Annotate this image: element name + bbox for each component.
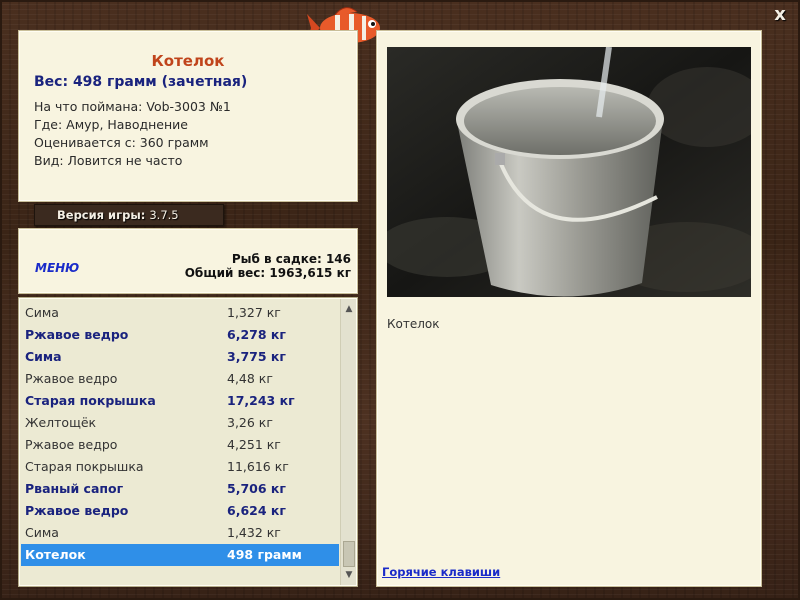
catch-list-item[interactable]: Ржавое ведро 4,48 кг: [21, 368, 339, 390]
cooking-pot-photo: [387, 47, 751, 297]
scroll-thumb[interactable]: [343, 541, 355, 567]
catch-list-item[interactable]: Ржавое ведро 6,278 кг: [21, 324, 339, 346]
catch-weight: Вес: 498 грамм (зачетная): [34, 74, 248, 90]
catch-item-name: Ржавое ведро: [25, 437, 118, 452]
catch-item-weight: 4,48 кг: [227, 371, 273, 386]
catch-item-name: Ржавое ведро: [25, 371, 118, 386]
catch-list: Сима 1,327 кг Ржавое ведро 6,278 кг Сима 3,77…: [21, 302, 339, 566]
catch-list-item[interactable]: Ржавое ведро 4,251 кг: [21, 434, 339, 456]
close-button[interactable]: x: [770, 4, 790, 26]
catch-item-name: Ржавое ведро: [25, 503, 129, 518]
catch-item-weight: 1,432 кг: [227, 525, 281, 540]
menu-link[interactable]: МЕНЮ: [35, 261, 79, 275]
catch-list-item[interactable]: Ржавое ведро 6,624 кг: [21, 500, 339, 522]
catch-list-item[interactable]: Сима 1,432 кг: [21, 522, 339, 544]
catch-list-panel: Сима 1,327 кг Ржавое ведро 6,278 кг Сима 3,77…: [18, 297, 358, 587]
version-label: Версия игры:: [57, 208, 146, 222]
catch-item-weight: 3,775 кг: [227, 349, 286, 364]
catch-list-item[interactable]: Старая покрышка 17,243 кг: [21, 390, 339, 412]
hotkeys-link[interactable]: Горячие клавиши: [382, 565, 500, 579]
catch-list-item[interactable]: Желтощёк 3,26 кг: [21, 412, 339, 434]
catch-item-name: Сима: [25, 305, 59, 320]
menu-stats-panel: МЕНЮ Рыб в садке: 146 Общий вес: 1963,61…: [18, 228, 358, 294]
catch-preview-panel: Котелок Горячие клавиши: [376, 30, 762, 587]
catch-item-weight: 3,26 кг: [227, 415, 273, 430]
catch-item-weight: 498 грамм: [227, 547, 302, 562]
catch-item-name: Рваный сапог: [25, 481, 124, 496]
catch-item-name: Старая покрышка: [25, 393, 156, 408]
catch-item-weight: 1,327 кг: [227, 305, 281, 320]
catch-bait: На что поймана: Vob-3003 №1: [34, 99, 231, 114]
catch-item-weight: 6,624 кг: [227, 503, 286, 518]
catch-item-weight: 17,243 кг: [227, 393, 295, 408]
catch-item-weight: 5,706 кг: [227, 481, 286, 496]
catch-list-item[interactable]: Рваный сапог 5,706 кг: [21, 478, 339, 500]
pot-image-icon: [387, 47, 751, 297]
catch-details: На что поймана: Vob-3003 №1 Где: Амур, Н…: [34, 98, 357, 170]
catch-item-name: Котелок: [25, 547, 86, 562]
version-bar: Версия игры: 3.7.5: [34, 204, 224, 226]
photo-caption: Котелок: [387, 317, 440, 331]
catch-title: Котелок: [151, 52, 225, 70]
catch-location: Где: Амур, Наводнение: [34, 117, 188, 132]
catch-item-name: Старая покрышка: [25, 459, 144, 474]
catch-item-weight: 11,616 кг: [227, 459, 289, 474]
catch-item-weight: 4,251 кг: [227, 437, 281, 452]
catch-list-item[interactable]: Сима 1,327 кг: [21, 302, 339, 324]
catch-list-item[interactable]: Старая покрышка 11,616 кг: [21, 456, 339, 478]
scroll-up-arrow-icon[interactable]: ▲: [341, 301, 357, 317]
catch-item-name: Желтощёк: [25, 415, 97, 430]
catch-info-panel: Котелок Вес: 498 грамм (зачетная) На что…: [18, 30, 358, 202]
catch-item-name: Сима: [25, 525, 59, 540]
scroll-down-arrow-icon[interactable]: ▼: [341, 567, 357, 583]
catch-item-weight: 6,278 кг: [227, 327, 286, 342]
catch-list-item[interactable]: Котелок 498 грамм: [21, 544, 339, 566]
catch-rated-from: Оценивается с: 360 грамм: [34, 135, 209, 150]
catch-item-name: Сима: [25, 349, 62, 364]
version-value: 3.7.5: [149, 208, 179, 222]
catch-list-item[interactable]: Сима 3,775 кг: [21, 346, 339, 368]
fish-count: Рыб в садке: 146: [231, 252, 351, 266]
catch-item-name: Ржавое ведро: [25, 327, 129, 342]
total-weight: Общий вес: 1963,615 кг: [184, 266, 351, 280]
list-scrollbar[interactable]: ▲ ▼: [340, 299, 356, 585]
catch-species-rarity: Вид: Ловится не часто: [34, 153, 183, 168]
cage-stats: Рыб в садке: 146 Общий вес: 1963,615 кг: [185, 252, 351, 280]
